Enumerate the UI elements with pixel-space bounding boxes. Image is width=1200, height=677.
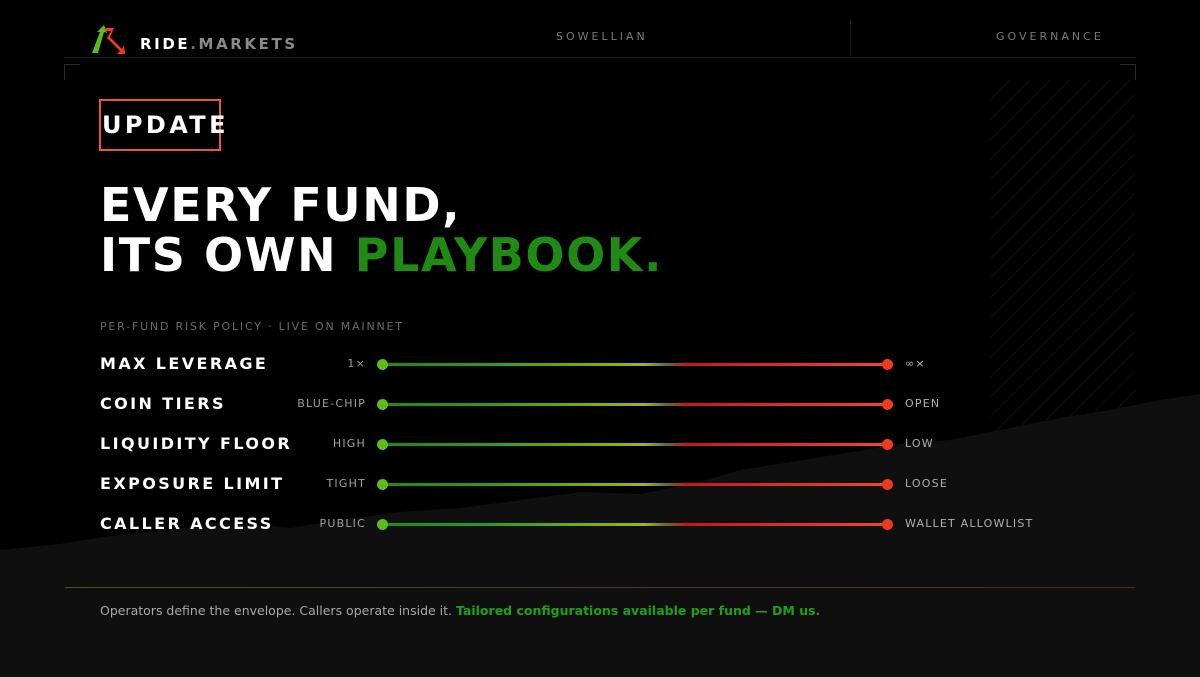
policy-high-knob [882,439,893,450]
headline-line-1: EVERY FUND, [100,178,462,232]
policy-low-knob [377,519,388,530]
brand-wordmark[interactable]: RIDE.MARKETS [140,35,298,53]
policy-row-exposure-limit: EXPOSURE LIMIT TIGHT LOOSE [0,474,1200,494]
nav-link-governance[interactable]: GOVERNANCE [996,30,1104,43]
policy-row-coin-tiers: COIN TIERS BLUE-CHIP OPEN [0,394,1200,414]
policy-range-track [382,403,888,406]
policy-low-label: 1× [347,357,366,370]
section-kicker: PER-FUND RISK POLICY · LIVE ON MAINNET [100,320,404,333]
footer-divider [65,587,1135,588]
policy-row-liquidity-floor: LIQUIDITY FLOOR HIGH LOW [0,434,1200,454]
nav-link-sowellian[interactable]: SOWELLIAN [556,30,648,43]
policy-low-knob [377,439,388,450]
policy-high-knob [882,359,893,370]
policy-range-track [382,363,888,366]
policy-name: CALLER ACCESS [100,514,274,533]
footer-text: Operators define the envelope. Callers o… [100,603,453,618]
policy-low-label: HIGH [332,437,366,450]
policy-high-label: LOW [905,437,934,450]
policy-low-knob [377,359,388,370]
footer-note: Operators define the envelope. Callers o… [100,603,820,618]
frame-corner-top-right [1120,64,1136,80]
page-headline: EVERY FUND, ITS OWN PLAYBOOK. [100,180,663,280]
policy-high-knob [882,479,893,490]
headline-line-2: ITS OWN PLAYBOOK. [100,230,663,280]
policy-low-label: TIGHT [326,477,366,490]
brand-name-primary: RIDE [140,35,191,53]
policy-low-label: PUBLIC [319,517,366,530]
policy-high-knob [882,399,893,410]
policy-name: MAX LEVERAGE [100,354,269,373]
nav-divider-line [65,57,1135,58]
frame-corner-top-left [64,64,80,80]
policy-high-label: OPEN [905,397,941,410]
footer-cta-link[interactable]: Tailored configurations available per fu… [456,603,820,618]
brand-separator: . [190,35,199,53]
policy-high-knob [882,519,893,530]
headline-line-2-prefix: ITS OWN [100,228,355,282]
brand-name-secondary: MARKETS [198,35,298,53]
policy-range-track [382,523,888,526]
policy-row-max-leverage: MAX LEVERAGE 1× ∞× [0,354,1200,374]
update-badge: UPDATE [99,99,225,151]
policy-high-label: WALLET ALLOWLIST [905,517,1034,530]
policy-high-label: ∞× [905,357,926,370]
policy-range-track [382,483,888,486]
nav-separator [850,20,851,56]
policy-low-label: BLUE-CHIP [297,397,366,410]
policy-name: EXPOSURE LIMIT [100,474,285,493]
policy-low-knob [377,399,388,410]
ride-markets-logo-icon[interactable] [90,24,126,54]
policy-name: LIQUIDITY FLOOR [100,434,293,453]
headline-accent: PLAYBOOK. [354,228,664,282]
policy-row-caller-access: CALLER ACCESS PUBLIC WALLET ALLOWLIST [0,514,1200,534]
policy-low-knob [377,479,388,490]
policy-high-label: LOOSE [905,477,948,490]
policy-name: COIN TIERS [100,394,226,413]
policy-range-track [382,443,888,446]
update-badge-label: UPDATE [102,111,229,139]
